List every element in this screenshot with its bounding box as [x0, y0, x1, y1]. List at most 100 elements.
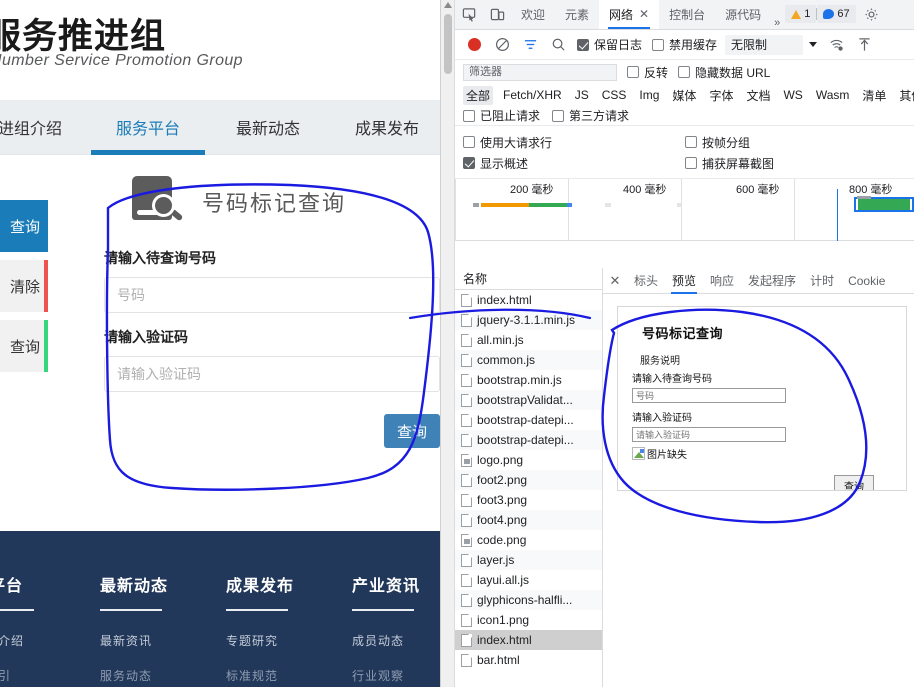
close-icon[interactable]: ✕	[639, 7, 649, 21]
detail-tab-timing[interactable]: 计时	[803, 268, 841, 294]
detail-tab-headers[interactable]: 标头	[627, 268, 665, 294]
scrollbar-thumb[interactable]	[444, 14, 452, 74]
nav-item-service-platform[interactable]: 服务平台	[90, 100, 206, 155]
preview-number-input[interactable]	[632, 388, 786, 403]
type-chip-manifest[interactable]: 清单	[859, 86, 889, 105]
show-overview-checkbox[interactable]: 显示概述	[463, 155, 528, 172]
tab-elements[interactable]: 元素	[555, 0, 599, 29]
hide-data-urls-checkbox[interactable]: 隐藏数据 URL	[678, 64, 770, 81]
clear-icon[interactable]	[489, 32, 515, 58]
side-menu-item-query-2[interactable]: 查询	[0, 320, 48, 372]
scroll-up-arrow-icon[interactable]	[444, 2, 452, 8]
warning-count-badge[interactable]: 1	[785, 5, 817, 23]
list-item[interactable]: icon1.png	[455, 610, 602, 630]
number-input[interactable]	[104, 277, 440, 313]
captcha-input[interactable]	[104, 356, 440, 392]
nav-item-news[interactable]: 最新动态	[213, 100, 323, 155]
warning-triangle-icon	[791, 9, 802, 19]
nav-item-results[interactable]: 成果发布	[332, 100, 440, 155]
upload-arrow-icon[interactable]	[851, 32, 877, 58]
list-item[interactable]: foot2.png	[455, 470, 602, 490]
type-chip-fetch-xhr[interactable]: Fetch/XHR	[500, 87, 565, 103]
disable-cache-checkbox[interactable]: 禁用缓存	[652, 36, 717, 53]
type-chip-css[interactable]: CSS	[599, 87, 630, 103]
list-item[interactable]: all.min.js	[455, 330, 602, 350]
type-chip-other[interactable]: 其他	[896, 86, 914, 105]
type-chip-wasm[interactable]: Wasm	[813, 87, 853, 103]
list-item[interactable]: bootstrapValidat...	[455, 390, 602, 410]
list-item[interactable]: bootstrap-datepi...	[455, 410, 602, 430]
nav-item-intro[interactable]: 进组介绍	[0, 100, 90, 155]
type-chip-all[interactable]: 全部	[463, 85, 494, 105]
footer-link[interactable]: 务指引	[0, 667, 34, 684]
tab-welcome[interactable]: 欢迎	[511, 0, 555, 29]
detail-tab-response[interactable]: 响应	[703, 268, 741, 294]
gear-icon[interactable]	[858, 0, 886, 29]
detail-tab-cookies[interactable]: Cookie	[841, 268, 892, 294]
list-item[interactable]: bootstrap-datepi...	[455, 430, 602, 450]
list-item[interactable]: logo.png	[455, 450, 602, 470]
capture-screenshots-checkbox[interactable]: 捕获屏幕截图	[685, 155, 774, 172]
preserve-log-checkbox[interactable]: 保留日志	[577, 36, 642, 53]
footer-link[interactable]: 服务动态	[100, 667, 168, 684]
network-overview[interactable]: 200 毫秒 400 毫秒 600 毫秒 800 毫秒	[455, 179, 914, 241]
list-item[interactable]: layui.all.js	[455, 570, 602, 590]
type-chip-ws[interactable]: WS	[780, 87, 805, 103]
throttle-caret-icon[interactable]	[805, 42, 821, 47]
device-toolbar-icon[interactable]	[483, 0, 511, 29]
invert-checkbox[interactable]: 反转	[627, 64, 668, 81]
list-item[interactable]: foot4.png	[455, 510, 602, 530]
list-item[interactable]: index.html	[455, 290, 602, 310]
preview-render: 号码标记查询 服务说明 请输入待查询号码 请输入验证码 图片缺失 查询	[617, 306, 907, 491]
filter-icon[interactable]	[517, 32, 543, 58]
type-chip-font[interactable]: 字体	[706, 86, 736, 105]
page-scrollbar[interactable]	[441, 0, 455, 687]
list-item[interactable]: bootstrap.min.js	[455, 370, 602, 390]
request-list[interactable]: 名称 index.html jquery-3.1.1.min.js all.mi…	[455, 268, 603, 687]
search-icon[interactable]	[545, 32, 571, 58]
footer-link[interactable]: 平台介绍	[0, 632, 34, 649]
list-item[interactable]: code.png	[455, 530, 602, 550]
list-item[interactable]: jquery-3.1.1.min.js	[455, 310, 602, 330]
footer-link[interactable]: 成员动态	[352, 632, 420, 649]
detail-tab-initiator[interactable]: 发起程序	[741, 268, 803, 294]
preview-captcha-input[interactable]	[632, 427, 786, 442]
tab-overflow-icon[interactable]: »	[771, 17, 783, 29]
list-item-label: bootstrap-datepi...	[477, 433, 574, 447]
type-chip-js[interactable]: JS	[572, 87, 592, 103]
overview-selection[interactable]	[854, 197, 914, 212]
footer-link[interactable]: 专题研究	[226, 632, 294, 649]
list-item[interactable]: glyphicons-halfli...	[455, 590, 602, 610]
query-submit-button[interactable]: 查询	[384, 414, 440, 448]
tab-console[interactable]: 控制台	[659, 0, 715, 29]
type-chip-doc[interactable]: 文档	[743, 86, 773, 105]
tab-sources[interactable]: 源代码	[715, 0, 771, 29]
group-by-frame-checkbox[interactable]: 按帧分组	[685, 134, 750, 151]
footer-link[interactable]: 标准规范	[226, 667, 294, 684]
info-count-badge[interactable]: 67	[817, 5, 856, 23]
tab-network[interactable]: 网络 ✕	[599, 0, 660, 29]
list-item-selected[interactable]: index.html	[455, 630, 602, 650]
list-item[interactable]: layer.js	[455, 550, 602, 570]
side-menu-item-clear[interactable]: 清除	[0, 260, 48, 312]
third-party-requests-checkbox[interactable]: 第三方请求	[552, 107, 629, 124]
close-icon[interactable]: ✕	[603, 273, 627, 289]
list-item[interactable]: bar.html	[455, 650, 602, 670]
preview-query-button[interactable]: 查询	[834, 475, 874, 490]
footer-link[interactable]: 行业观察	[352, 667, 420, 684]
blocked-requests-checkbox[interactable]: 已阻止请求	[463, 107, 540, 124]
record-stop-icon[interactable]	[461, 32, 487, 58]
big-request-rows-checkbox[interactable]: 使用大请求行	[463, 134, 552, 151]
list-item[interactable]: common.js	[455, 350, 602, 370]
inspect-element-icon[interactable]	[455, 0, 483, 29]
type-chip-img[interactable]: Img	[636, 87, 662, 103]
list-item[interactable]: foot3.png	[455, 490, 602, 510]
throttle-select[interactable]: 无限制	[725, 34, 804, 55]
detail-tab-preview[interactable]: 预览	[665, 268, 703, 294]
type-chip-media[interactable]: 媒体	[669, 86, 699, 105]
wifi-icon[interactable]	[823, 32, 849, 58]
footer-link[interactable]: 最新资讯	[100, 632, 168, 649]
filter-input[interactable]	[463, 63, 617, 81]
overview-bar	[481, 203, 529, 207]
side-menu-item-query[interactable]: 查询	[0, 200, 48, 252]
